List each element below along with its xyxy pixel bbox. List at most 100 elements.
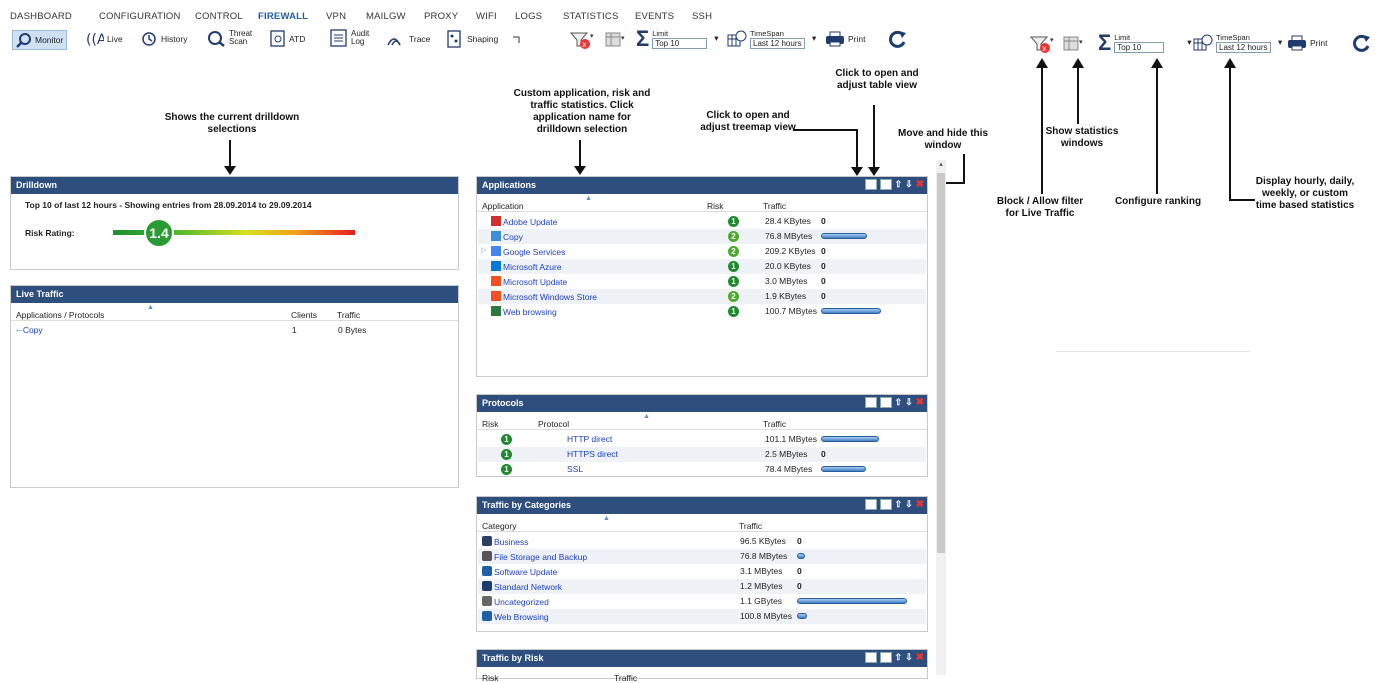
move-up-icon[interactable]: ⇧ xyxy=(895,397,903,408)
filter-block-icon-zoom[interactable]: x▾ xyxy=(1029,34,1055,54)
table-row[interactable]: Adobe Update 1 28.4 KBytes 0 xyxy=(478,214,926,229)
app-name-link[interactable]: Microsoft Windows Store xyxy=(503,292,597,302)
nav-ssh[interactable]: SSH xyxy=(692,11,712,22)
table-row[interactable]: Microsoft Azure 1 20.0 KBytes 0 xyxy=(478,259,926,274)
protocol-link[interactable]: HTTP direct xyxy=(567,434,612,444)
protocol-link[interactable]: HTTPS direct xyxy=(567,449,618,459)
category-link[interactable]: File Storage and Backup xyxy=(494,552,587,562)
expand-arrow-icon[interactable]: ▷ xyxy=(481,246,486,254)
col-traffic[interactable]: Traffic xyxy=(337,310,360,320)
print-button-zoom[interactable]: Print xyxy=(1287,35,1327,51)
table-row[interactable]: Standard Network 1.2 MBytes 0 xyxy=(478,579,926,594)
history-button[interactable]: History xyxy=(140,31,187,47)
table-row[interactable]: Microsoft Update 1 3.0 MBytes 0 xyxy=(478,274,926,289)
move-up-icon[interactable]: ⇧ xyxy=(895,499,903,510)
refresh-icon-zoom[interactable] xyxy=(1351,33,1373,53)
app-name-link[interactable]: Microsoft Azure xyxy=(503,262,562,272)
col-clients[interactable]: Clients xyxy=(291,310,317,320)
col-protocol[interactable]: Protocol xyxy=(538,419,569,429)
scroll-up-icon[interactable]: ▴ xyxy=(936,160,946,170)
table-row[interactable]: Google Services 2 209.2 KBytes 0 ▷ xyxy=(478,244,926,259)
col-risk[interactable]: Risk xyxy=(707,201,724,211)
atd-button[interactable]: ATD xyxy=(270,30,305,48)
nav-proxy[interactable]: PROXY xyxy=(424,11,458,22)
move-down-icon[interactable]: ⇩ xyxy=(905,397,913,408)
scrollbar-thumb[interactable] xyxy=(937,173,945,553)
table-view-icon[interactable] xyxy=(879,499,892,510)
print-button[interactable]: Print xyxy=(825,31,865,47)
nav-events[interactable]: EVENTS xyxy=(635,11,674,22)
col-traffic[interactable]: Traffic xyxy=(763,419,786,429)
audit-log-button[interactable]: Audit Log xyxy=(330,29,369,47)
close-icon[interactable]: ✖ xyxy=(916,397,924,408)
col-application[interactable]: Application xyxy=(482,201,524,211)
nav-vpn[interactable]: VPN xyxy=(326,11,346,22)
live-button[interactable]: ((A)) Live xyxy=(86,31,123,47)
table-row[interactable]: Software Update 3.1 MBytes 0 xyxy=(478,564,926,579)
filter-block-icon[interactable]: x▾ xyxy=(569,30,595,50)
move-up-icon[interactable]: ⇧ xyxy=(895,179,903,190)
stats-window-icon-zoom[interactable]: ▾ xyxy=(1063,35,1085,53)
monitor-button[interactable]: Monitor xyxy=(12,30,68,50)
nav-dashboard[interactable]: DASHBOARD xyxy=(10,11,72,22)
category-link[interactable]: Software Update xyxy=(494,567,557,577)
table-row[interactable]: Copy 2 76.8 MBytes xyxy=(478,229,926,244)
refresh-icon[interactable] xyxy=(887,29,909,49)
col-category[interactable]: Category xyxy=(482,521,517,531)
limit-dropdown[interactable]: Σ Limit Top 10 ▾ xyxy=(636,27,718,49)
table-row[interactable]: Microsoft Windows Store 2 1.9 KBytes 0 xyxy=(478,289,926,304)
app-name-link[interactable]: Google Services xyxy=(503,247,565,257)
col-traffic[interactable]: Traffic xyxy=(739,521,762,531)
table-row[interactable]: Uncategorized 1.1 GBytes xyxy=(478,594,926,609)
app-name-link[interactable]: Adobe Update xyxy=(503,217,557,227)
nav-configuration[interactable]: CONFIGURATION xyxy=(99,11,181,22)
treemap-icon[interactable] xyxy=(864,397,877,408)
table-row[interactable]: File Storage and Backup 76.8 MBytes xyxy=(478,549,926,564)
move-down-icon[interactable]: ⇩ xyxy=(905,652,913,663)
scrollbar[interactable]: ▴ xyxy=(936,160,946,675)
table-row[interactable]: 1 HTTPS direct 2.5 MBytes 0 xyxy=(478,447,926,462)
app-name-link[interactable]: Microsoft Update xyxy=(503,277,567,287)
table-row[interactable]: 1 SSL 78.4 MBytes xyxy=(478,462,926,477)
category-link[interactable]: Web Browsing xyxy=(494,612,549,622)
move-down-icon[interactable]: ⇩ xyxy=(905,499,913,510)
table-row[interactable]: 1 HTTP direct 101.1 MBytes xyxy=(478,432,926,447)
col-traffic[interactable]: Traffic xyxy=(763,201,786,211)
category-link[interactable]: Standard Network xyxy=(494,582,562,592)
expand-icon[interactable] xyxy=(512,36,520,44)
table-row[interactable]: Web browsing 1 100.7 MBytes xyxy=(478,304,926,319)
threat-scan-button[interactable]: Threat Scan xyxy=(206,29,252,47)
trace-button[interactable]: Trace xyxy=(386,31,430,47)
col-app[interactable]: Applications / Protocols xyxy=(16,310,104,320)
nav-firewall[interactable]: FIREWALL xyxy=(258,11,308,22)
category-link[interactable]: Uncategorized xyxy=(494,597,549,607)
treemap-icon[interactable] xyxy=(864,652,877,663)
move-up-icon[interactable]: ⇧ xyxy=(895,652,903,663)
limit-dropdown-zoom[interactable]: Σ Limit Top 10 ▾ xyxy=(1098,31,1191,53)
col-risk[interactable]: Risk xyxy=(482,419,499,429)
close-icon[interactable]: ✖ xyxy=(916,179,924,190)
protocol-link[interactable]: SSL xyxy=(567,464,583,474)
stats-window-icon[interactable]: ▾ xyxy=(605,31,627,49)
nav-statistics[interactable]: STATISTICS xyxy=(563,11,618,22)
timespan-dropdown[interactable]: TimeSpan Last 12 hours ▾ xyxy=(727,28,816,49)
table-view-icon[interactable] xyxy=(879,397,892,408)
app-name-link[interactable]: Web browsing xyxy=(503,307,557,317)
treemap-icon[interactable] xyxy=(864,179,877,190)
table-row[interactable]: ⤚Copy 1 0 Bytes xyxy=(12,323,457,338)
close-icon[interactable]: ✖ xyxy=(916,499,924,510)
timespan-dropdown-zoom[interactable]: TimeSpan Last 12 hours ▾ xyxy=(1193,32,1282,53)
nav-control[interactable]: CONTROL xyxy=(195,11,243,22)
table-view-icon[interactable] xyxy=(879,179,892,190)
table-view-icon[interactable] xyxy=(879,652,892,663)
nav-mailgw[interactable]: MAILGW xyxy=(366,11,406,22)
close-icon[interactable]: ✖ xyxy=(916,652,924,663)
treemap-icon[interactable] xyxy=(864,499,877,510)
app-name-link[interactable]: Copy xyxy=(503,232,523,242)
move-down-icon[interactable]: ⇩ xyxy=(905,179,913,190)
nav-wifi[interactable]: WIFI xyxy=(476,11,497,22)
table-row[interactable]: Web Browsing 100.8 MBytes xyxy=(478,609,926,624)
category-link[interactable]: Business xyxy=(494,537,529,547)
shaping-button[interactable]: Shaping xyxy=(446,30,498,48)
table-row[interactable]: Business 96.5 KBytes 0 xyxy=(478,534,926,549)
